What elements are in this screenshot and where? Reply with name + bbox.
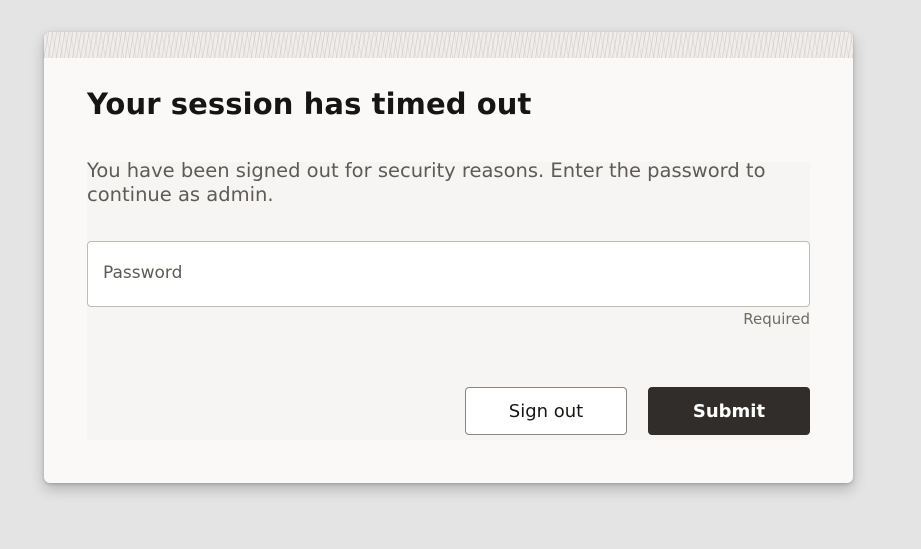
dialog-header-texture (44, 32, 853, 58)
dialog-title: Your session has timed out (87, 87, 532, 121)
sign-out-button-label: Sign out (508, 400, 584, 422)
submit-button[interactable]: Submit (648, 387, 810, 435)
password-label: Password (103, 263, 183, 283)
submit-button-label: Submit (692, 400, 766, 422)
session-timeout-dialog: Your session has timed out You have been… (44, 32, 853, 483)
timeout-message: You have been signed out for security re… (87, 159, 766, 206)
password-input[interactable]: Password (87, 241, 810, 307)
required-helper-text: Required (743, 310, 810, 328)
sign-out-button[interactable]: Sign out (465, 387, 627, 435)
dialog-body: You have been signed out for security re… (87, 159, 810, 440)
